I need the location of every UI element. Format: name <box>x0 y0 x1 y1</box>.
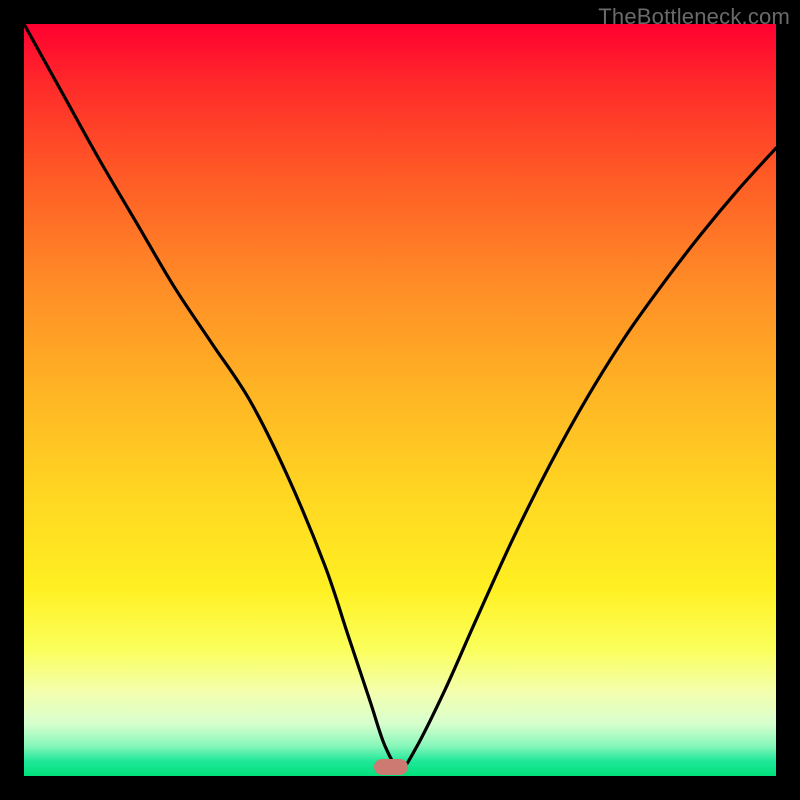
bottleneck-curve <box>24 24 776 776</box>
watermark-text: TheBottleneck.com <box>598 4 790 30</box>
plot-area <box>24 24 776 776</box>
optimal-marker <box>374 759 408 775</box>
chart-frame: TheBottleneck.com <box>0 0 800 800</box>
